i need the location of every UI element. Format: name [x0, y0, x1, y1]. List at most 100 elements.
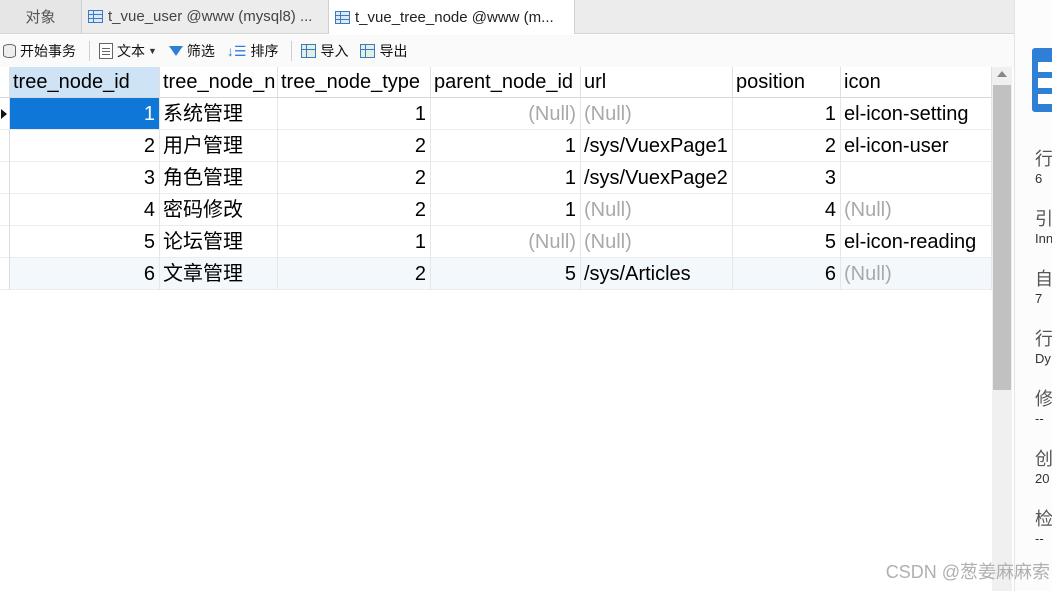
- cell-url[interactable]: (Null): [581, 226, 733, 258]
- sort-button[interactable]: ↓☰ 排序: [224, 38, 282, 64]
- tab-label: t_vue_tree_node @www (m...: [355, 8, 554, 26]
- toolbar: 开始事务 文本 ▼ 筛选 ↓☰ 排序 导入 导出: [0, 35, 1014, 67]
- cell-icon[interactable]: (Null): [841, 194, 992, 226]
- tab-bar: 对象 t_vue_user @www (mysql8) ... t_vue_tr…: [0, 0, 1014, 34]
- cell-tree-node-type[interactable]: 1: [278, 98, 431, 130]
- column-header-position[interactable]: position: [733, 67, 841, 98]
- begin-transaction-icon: [3, 44, 16, 58]
- panel-icon[interactable]: [1032, 48, 1052, 112]
- row-gutter[interactable]: [0, 162, 10, 194]
- info-label: 自: [1035, 269, 1052, 289]
- tab-label: 对象: [25, 9, 56, 26]
- vertical-scrollbar[interactable]: [992, 67, 1012, 591]
- row-gutter[interactable]: [0, 194, 10, 226]
- tab-objects[interactable]: 对象: [0, 0, 82, 33]
- cell-tree-node-id[interactable]: 1: [10, 98, 160, 130]
- info-value: --: [1035, 411, 1044, 426]
- cell-tree-node-type[interactable]: 1: [278, 226, 431, 258]
- begin-transaction-label: 开始事务: [20, 43, 76, 59]
- cell-tree-node-type[interactable]: 2: [278, 162, 431, 194]
- filter-label: 筛选: [186, 43, 215, 59]
- cell-parent-node-id[interactable]: (Null): [431, 98, 581, 130]
- import-icon: [301, 44, 317, 58]
- sort-icon: ↓☰: [226, 43, 247, 59]
- cell-icon[interactable]: el-icon-user: [841, 130, 992, 162]
- cell-icon[interactable]: el-icon-reading: [841, 226, 992, 258]
- cell-position[interactable]: 2: [733, 130, 841, 162]
- cell-tree-node-id[interactable]: 3: [10, 162, 160, 194]
- cell-tree-node-name[interactable]: 系统管理: [160, 98, 278, 130]
- column-header-tree-node-name[interactable]: tree_node_n: [160, 67, 278, 98]
- cell-position[interactable]: 1: [733, 98, 841, 130]
- cell-tree-node-name[interactable]: 密码修改: [160, 194, 278, 226]
- cell-parent-node-id[interactable]: (Null): [431, 226, 581, 258]
- cell-tree-node-name[interactable]: 用户管理: [160, 130, 278, 162]
- cell-url[interactable]: /sys/VuexPage2: [581, 162, 733, 194]
- cell-tree-node-id[interactable]: 4: [10, 194, 160, 226]
- row-gutter[interactable]: [0, 98, 10, 130]
- tab-label: t_vue_user @www (mysql8) ...: [108, 8, 313, 25]
- info-label: 行: [1035, 329, 1052, 349]
- cell-tree-node-id[interactable]: 6: [10, 258, 160, 290]
- cell-parent-node-id[interactable]: 5: [431, 258, 581, 290]
- column-header-tree-node-id[interactable]: tree_node_id: [10, 67, 160, 98]
- export-icon: [360, 44, 376, 58]
- cell-url[interactable]: (Null): [581, 194, 733, 226]
- info-label: 创: [1035, 449, 1052, 469]
- column-header-tree-node-type[interactable]: tree_node_type: [278, 67, 431, 98]
- cell-position[interactable]: 6: [733, 258, 841, 290]
- cell-parent-node-id[interactable]: 1: [431, 194, 581, 226]
- cell-tree-node-name[interactable]: 文章管理: [160, 258, 278, 290]
- import-label: 导入: [320, 43, 349, 59]
- table-icon: [88, 10, 103, 23]
- text-icon: [99, 43, 113, 59]
- cell-tree-node-id[interactable]: 2: [10, 130, 160, 162]
- row-pointer-icon: [1, 109, 7, 119]
- cell-tree-node-type[interactable]: 2: [278, 130, 431, 162]
- cell-url[interactable]: (Null): [581, 98, 733, 130]
- cell-parent-node-id[interactable]: 1: [431, 130, 581, 162]
- info-value: Inn: [1035, 231, 1052, 246]
- cell-url[interactable]: /sys/Articles: [581, 258, 733, 290]
- column-header-url[interactable]: url: [581, 67, 733, 98]
- scroll-up-icon[interactable]: [997, 71, 1007, 77]
- text-button[interactable]: 文本 ▼: [96, 38, 160, 64]
- cell-tree-node-type[interactable]: 2: [278, 194, 431, 226]
- info-value: 6: [1035, 171, 1043, 186]
- row-gutter[interactable]: [0, 130, 10, 162]
- cell-tree-node-name[interactable]: 角色管理: [160, 162, 278, 194]
- info-value: Dy: [1035, 351, 1051, 366]
- cell-icon[interactable]: el-icon-setting: [841, 98, 992, 130]
- text-label: 文本: [117, 43, 145, 59]
- cell-tree-node-id[interactable]: 5: [10, 226, 160, 258]
- toolbar-divider: [89, 41, 90, 61]
- cell-position[interactable]: 4: [733, 194, 841, 226]
- cell-position[interactable]: 3: [733, 162, 841, 194]
- begin-transaction-button[interactable]: 开始事务: [0, 38, 79, 64]
- scrollbar-thumb[interactable]: [993, 85, 1011, 390]
- tab-t-vue-user[interactable]: t_vue_user @www (mysql8) ...: [82, 0, 329, 33]
- info-label: 行: [1035, 149, 1052, 169]
- info-label: 检: [1035, 509, 1052, 529]
- row-gutter[interactable]: [0, 258, 10, 290]
- export-button[interactable]: 导出: [357, 38, 410, 64]
- sort-label: 排序: [250, 43, 279, 59]
- column-header-icon[interactable]: icon: [841, 67, 992, 98]
- filter-icon: [168, 46, 183, 56]
- cell-icon[interactable]: [841, 162, 992, 194]
- cell-icon[interactable]: (Null): [841, 258, 992, 290]
- export-label: 导出: [379, 43, 408, 59]
- cell-url[interactable]: /sys/VuexPage1: [581, 130, 733, 162]
- table-icon: [335, 10, 350, 24]
- tab-t-vue-tree-node[interactable]: t_vue_tree_node @www (m...: [329, 0, 575, 34]
- import-button[interactable]: 导入: [298, 38, 351, 64]
- filter-button[interactable]: 筛选: [166, 38, 218, 64]
- cell-tree-node-name[interactable]: 论坛管理: [160, 226, 278, 258]
- cell-parent-node-id[interactable]: 1: [431, 162, 581, 194]
- row-gutter[interactable]: [0, 226, 10, 258]
- info-value: --: [1035, 531, 1044, 546]
- info-value: 20: [1035, 471, 1050, 486]
- column-header-parent-node-id[interactable]: parent_node_id: [431, 67, 581, 98]
- cell-position[interactable]: 5: [733, 226, 841, 258]
- cell-tree-node-type[interactable]: 2: [278, 258, 431, 290]
